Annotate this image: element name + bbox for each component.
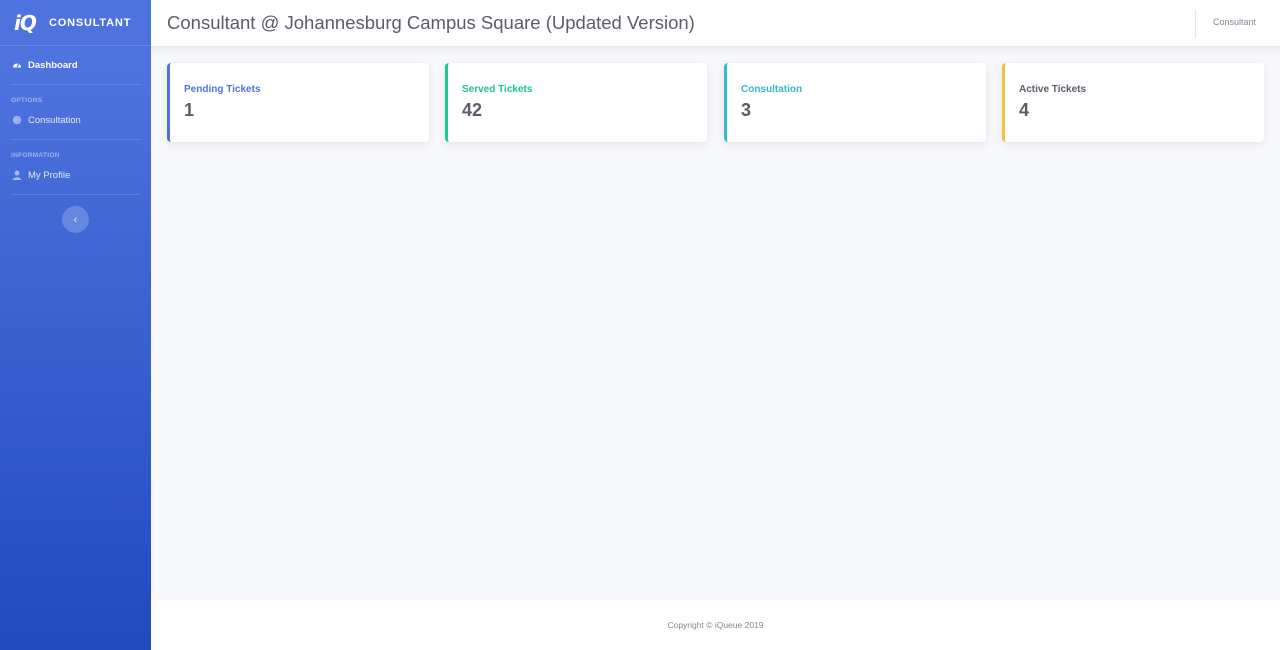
- card-label: Active Tickets: [1019, 84, 1087, 95]
- sidebar-item-label: My Profile: [28, 169, 71, 181]
- sidebar-toggle-button[interactable]: ‹: [62, 206, 89, 233]
- brand-logo: iQ: [14, 10, 37, 35]
- circle-icon: [12, 115, 22, 125]
- tachometer-icon: [12, 60, 22, 70]
- card-label: Pending Tickets: [184, 84, 261, 95]
- card-served-tickets: Served Tickets 42: [445, 63, 707, 142]
- sidebar: iQ CONSULTANT Dashboard OPTIONS Consulta…: [0, 0, 151, 650]
- sidebar-item-my-profile[interactable]: My Profile: [0, 162, 151, 188]
- sidebar-brand[interactable]: iQ CONSULTANT: [0, 0, 151, 46]
- user-icon: [12, 170, 22, 180]
- card-consultation: Consultation 3: [724, 63, 986, 142]
- chevron-left-icon: ‹: [73, 213, 78, 226]
- card-value: 1: [184, 100, 195, 120]
- sidebar-heading-options: OPTIONS: [11, 97, 43, 104]
- copyright-text: Copyright © iQueue 2019: [667, 620, 764, 630]
- sidebar-item-label: Dashboard: [28, 59, 78, 71]
- sidebar-item-dashboard[interactable]: Dashboard: [0, 46, 151, 84]
- sidebar-heading-information: INFORMATION: [11, 152, 60, 159]
- page-title: Consultant @ Johannesburg Campus Square …: [167, 12, 695, 33]
- card-value: 4: [1019, 100, 1030, 120]
- sidebar-toggle-wrap: ‹: [0, 195, 151, 233]
- brand-name: CONSULTANT: [49, 16, 132, 29]
- card-active-tickets: Active Tickets 4: [1002, 63, 1264, 142]
- sidebar-item-label: Consultation: [28, 114, 81, 126]
- sidebar-item-consultation[interactable]: Consultation: [0, 107, 151, 133]
- card-label: Consultation: [741, 84, 803, 95]
- footer: Copyright © iQueue 2019: [151, 600, 1280, 650]
- user-menu[interactable]: Consultant: [1213, 17, 1256, 27]
- topbar: Consultant @ Johannesburg Campus Square …: [151, 0, 1280, 46]
- card-value: 3: [741, 100, 752, 120]
- card-label: Served Tickets: [462, 84, 533, 95]
- card-value: 42: [462, 100, 483, 120]
- topbar-divider: [1195, 10, 1196, 38]
- card-pending-tickets: Pending Tickets 1: [167, 63, 429, 142]
